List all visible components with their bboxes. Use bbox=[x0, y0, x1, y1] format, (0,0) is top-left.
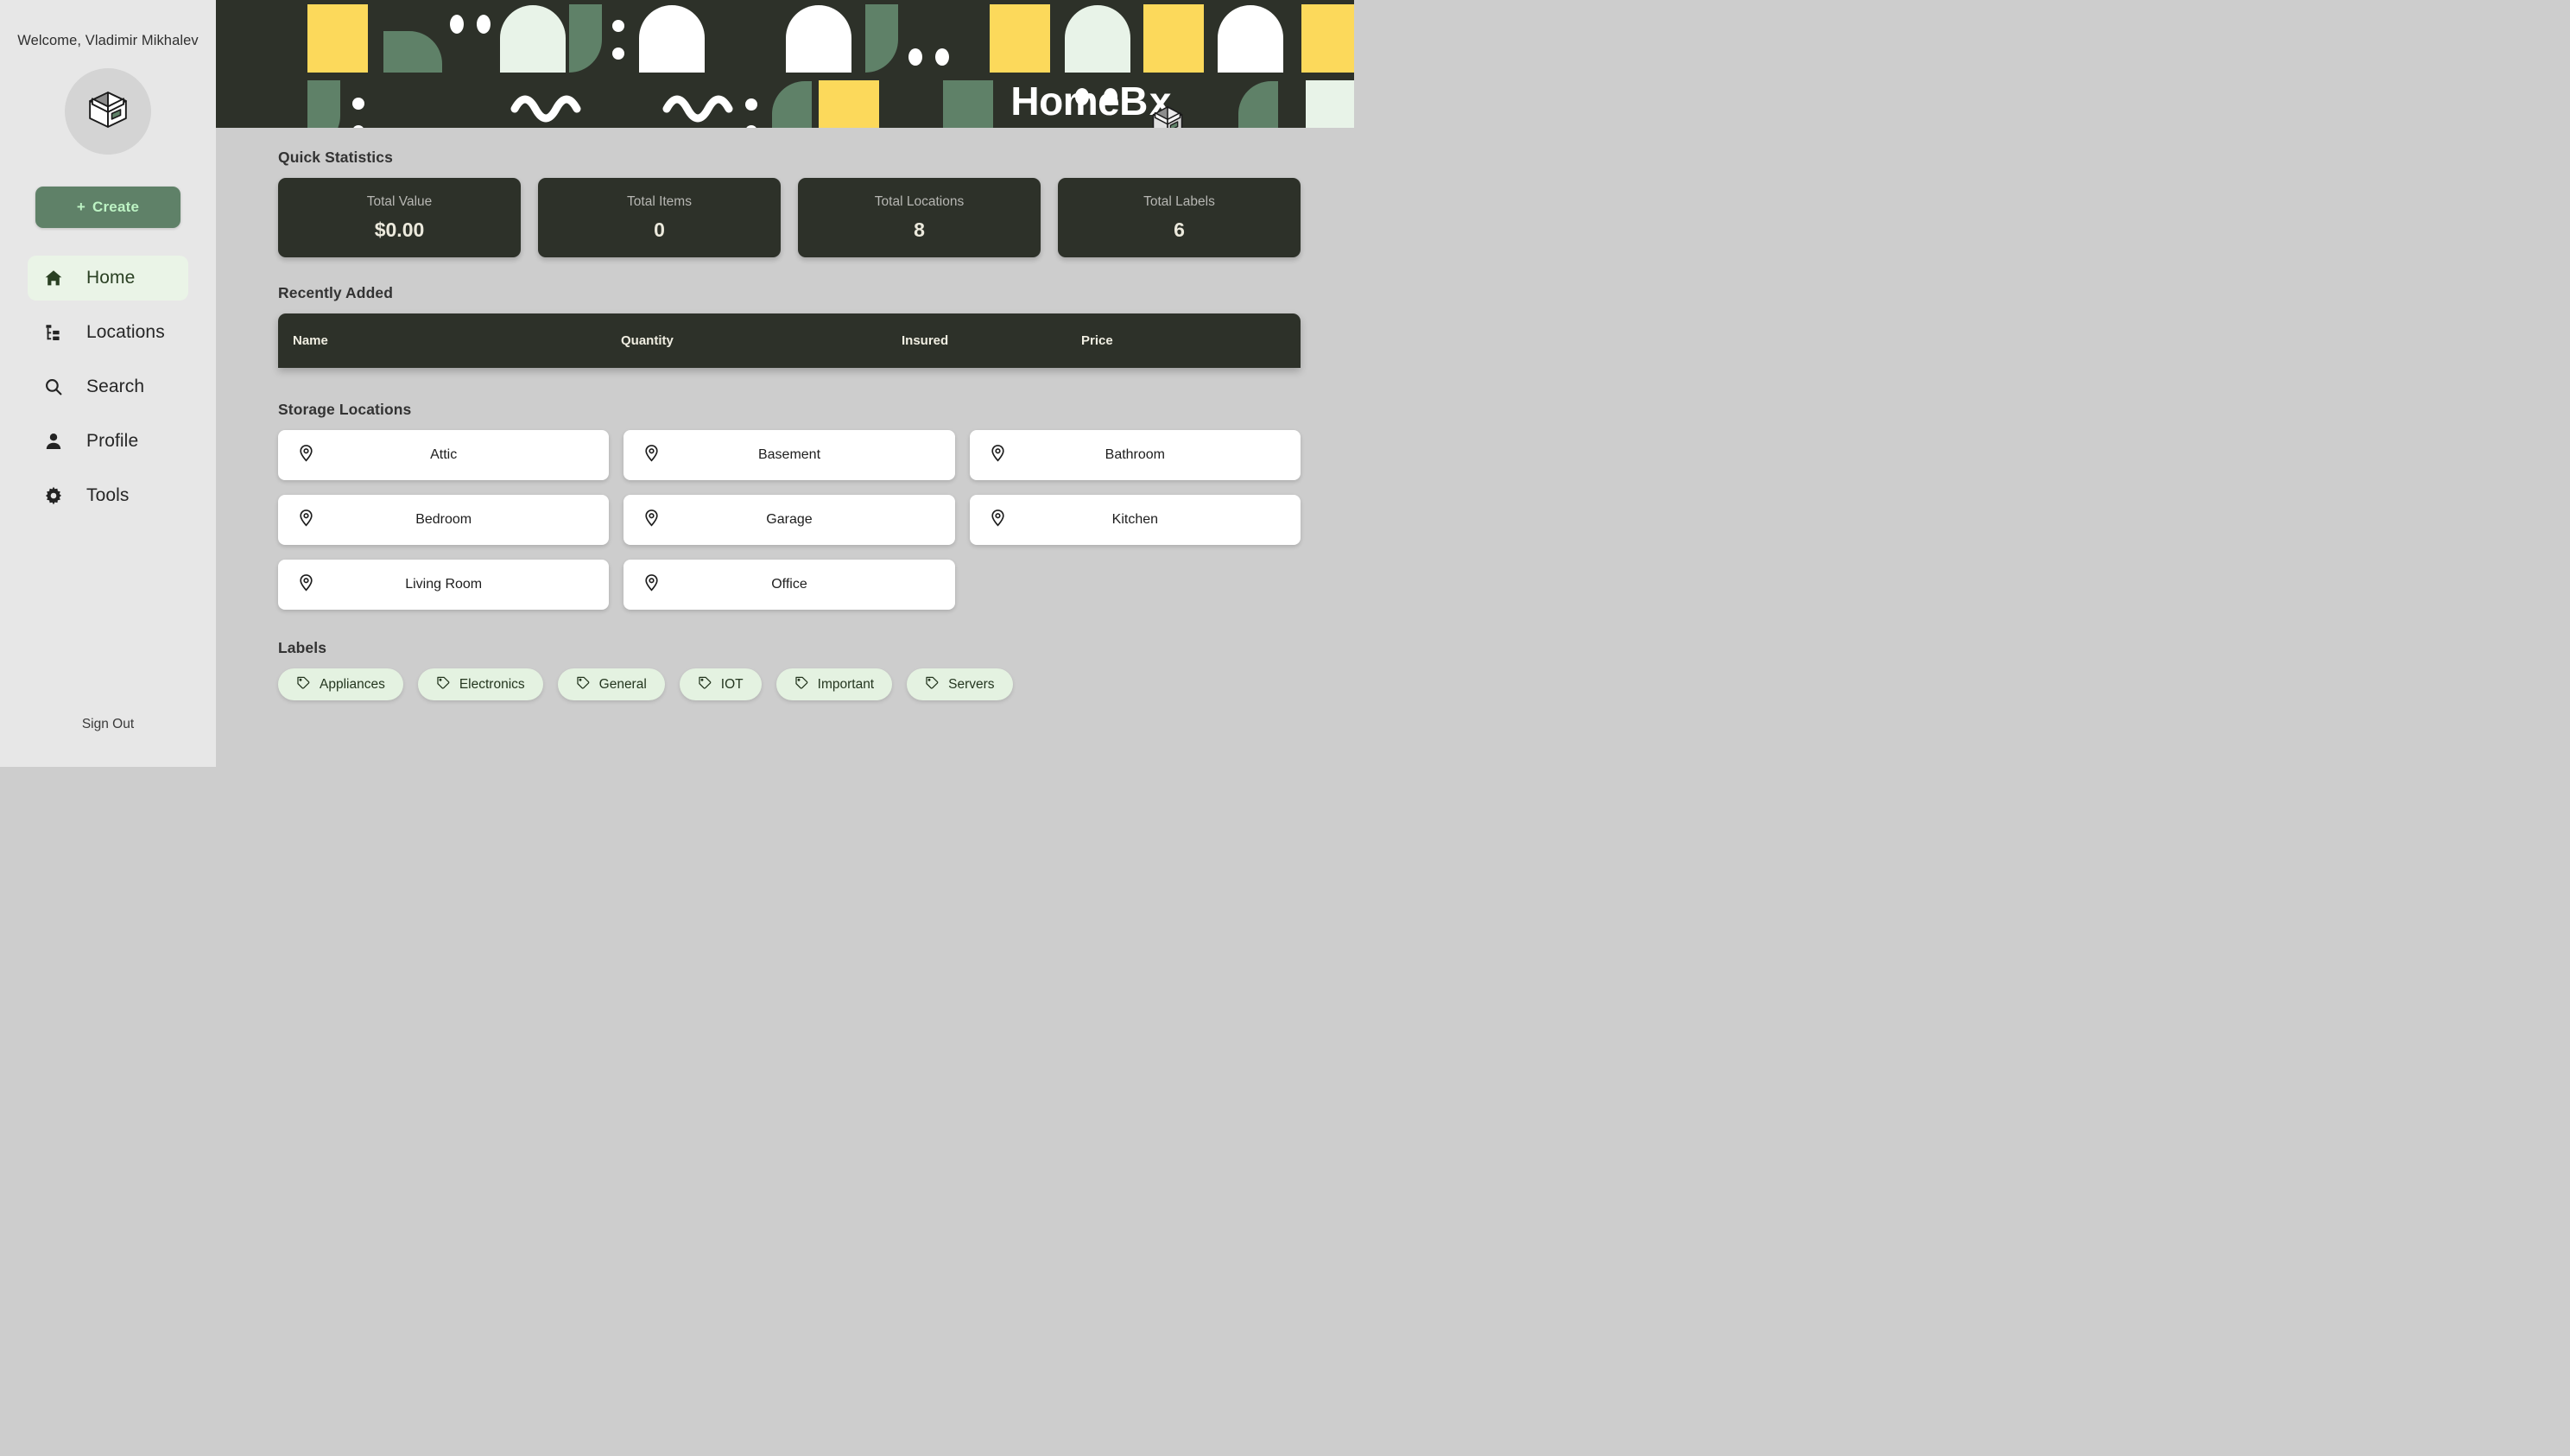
location-name: Living Room bbox=[405, 577, 483, 592]
recently-added-title: Recently Added bbox=[278, 284, 394, 301]
location-name: Bathroom bbox=[1105, 447, 1166, 462]
tag-icon bbox=[925, 675, 940, 694]
sidebar-item-label: Search bbox=[86, 377, 145, 396]
app-banner: HomeB x bbox=[216, 0, 1354, 128]
stat-label: Total Items bbox=[627, 193, 692, 209]
label-chip[interactable]: Servers bbox=[907, 668, 1013, 700]
location-name: Basement bbox=[757, 447, 821, 462]
stat-value: 6 bbox=[1174, 218, 1185, 241]
location-card[interactable]: Living Room bbox=[278, 560, 610, 610]
location-card[interactable]: Office bbox=[624, 560, 955, 610]
app-logo-text-before: HomeB bbox=[1010, 79, 1148, 123]
column-header-name[interactable]: Name bbox=[293, 333, 621, 348]
column-header-insured[interactable]: Insured bbox=[902, 333, 1081, 348]
labels-section: Labels Appliances Electronics General IO… bbox=[278, 639, 1301, 700]
column-header-quantity[interactable]: Quantity bbox=[621, 333, 902, 348]
sidebar-item-search[interactable]: Search bbox=[28, 364, 188, 409]
stat-card-total-items: Total Items 0 bbox=[538, 178, 781, 257]
box-icon bbox=[83, 85, 133, 139]
stat-label: Total Value bbox=[366, 193, 433, 209]
map-pin-icon bbox=[642, 509, 661, 531]
map-pin-icon bbox=[642, 573, 661, 596]
stat-value: 8 bbox=[914, 218, 925, 241]
label-chip[interactable]: IOT bbox=[679, 668, 762, 700]
plus-icon: + bbox=[76, 199, 85, 215]
storage-locations-title: Storage Locations bbox=[278, 401, 412, 418]
map-pin-icon bbox=[297, 444, 315, 466]
create-button[interactable]: + Create bbox=[35, 187, 180, 228]
tag-icon bbox=[794, 675, 809, 694]
label-chip[interactable]: Important bbox=[775, 668, 893, 700]
map-pin-icon bbox=[989, 444, 1007, 466]
column-header-price[interactable]: Price bbox=[1081, 333, 1301, 348]
search-icon bbox=[42, 376, 65, 398]
label-name: IOT bbox=[720, 676, 744, 692]
quick-statistics-section: Quick Statistics Total Value $0.00 Total… bbox=[278, 149, 1301, 257]
map-pin-icon bbox=[642, 444, 661, 466]
stat-label: Total Labels bbox=[1143, 193, 1215, 209]
main-content: HomeB x Quick Statistics Total Value $0.… bbox=[216, 0, 1354, 767]
home-icon bbox=[42, 267, 65, 289]
recently-added-section: Recently Added Name Quantity Insured Pri… bbox=[278, 284, 1301, 368]
sidebar-item-tools[interactable]: Tools bbox=[28, 473, 188, 518]
labels-list: Appliances Electronics General IOT Impor… bbox=[278, 668, 1301, 700]
location-name: Garage bbox=[766, 512, 813, 527]
label-chip[interactable]: Electronics bbox=[417, 668, 543, 700]
dashboard-body: Quick Statistics Total Value $0.00 Total… bbox=[216, 128, 1354, 700]
sidebar-item-label: Tools bbox=[86, 485, 130, 505]
sidebar-item-label: Profile bbox=[86, 431, 139, 451]
tag-icon bbox=[698, 675, 712, 694]
location-card[interactable]: Basement bbox=[624, 430, 955, 480]
location-card[interactable]: Bathroom bbox=[969, 430, 1301, 480]
tag-icon bbox=[296, 675, 311, 694]
location-name: Attic bbox=[430, 447, 458, 462]
stat-value: 0 bbox=[654, 218, 665, 241]
location-name: Bedroom bbox=[415, 512, 472, 527]
label-name: General bbox=[598, 676, 647, 692]
quick-statistics-cards: Total Value $0.00 Total Items 0 Total Lo… bbox=[278, 178, 1301, 257]
stat-card-total-value: Total Value $0.00 bbox=[278, 178, 521, 257]
stat-value: $0.00 bbox=[374, 218, 425, 241]
label-name: Electronics bbox=[459, 676, 525, 692]
stat-label: Total Locations bbox=[874, 193, 965, 209]
map-pin-icon bbox=[989, 509, 1007, 531]
label-chip[interactable]: Appliances bbox=[278, 668, 403, 700]
welcome-message: Welcome, Vladimir Mikhalev bbox=[17, 33, 199, 48]
storage-locations-grid: Attic Basement Bathroom Bedroom Garage K… bbox=[278, 430, 1301, 610]
location-card[interactable]: Attic bbox=[278, 430, 610, 480]
map-pin-icon bbox=[297, 573, 315, 596]
sidebar-nav: Home Locations Search Profile Tools bbox=[0, 256, 216, 528]
storage-locations-section: Storage Locations Attic Basement Bathroo… bbox=[278, 401, 1301, 610]
app-logo: HomeB x bbox=[1010, 79, 1183, 128]
label-chip[interactable]: General bbox=[557, 668, 665, 700]
sidebar-item-label: Locations bbox=[86, 322, 165, 342]
sidebar-item-profile[interactable]: Profile bbox=[28, 419, 188, 464]
create-button-label: Create bbox=[92, 199, 140, 215]
sidebar-item-home[interactable]: Home bbox=[28, 256, 188, 301]
map-pin-icon bbox=[297, 509, 315, 531]
location-card[interactable]: Bedroom bbox=[278, 495, 610, 545]
person-icon bbox=[42, 430, 65, 453]
label-name: Appliances bbox=[320, 676, 385, 692]
sidebar-item-label: Home bbox=[86, 268, 136, 288]
sidebar-item-locations[interactable]: Locations bbox=[28, 310, 188, 355]
gear-icon bbox=[42, 484, 65, 507]
tag-icon bbox=[436, 675, 451, 694]
label-name: Important bbox=[817, 676, 875, 692]
stat-card-total-labels: Total Labels 6 bbox=[1058, 178, 1301, 257]
location-card[interactable]: Garage bbox=[624, 495, 955, 545]
tag-icon bbox=[576, 675, 591, 694]
stat-card-total-locations: Total Locations 8 bbox=[798, 178, 1041, 257]
label-name: Servers bbox=[948, 676, 995, 692]
location-name: Office bbox=[771, 577, 807, 592]
sidebar: Welcome, Vladimir Mikhalev + Create Home… bbox=[0, 0, 216, 767]
avatar bbox=[65, 68, 151, 155]
quick-statistics-title: Quick Statistics bbox=[278, 149, 393, 166]
location-name: Kitchen bbox=[1111, 512, 1159, 527]
location-card[interactable]: Kitchen bbox=[969, 495, 1301, 545]
sign-out-link[interactable]: Sign Out bbox=[0, 717, 216, 732]
recently-added-table-header: Name Quantity Insured Price bbox=[278, 313, 1301, 368]
labels-title: Labels bbox=[278, 639, 327, 656]
tree-icon bbox=[42, 321, 65, 344]
